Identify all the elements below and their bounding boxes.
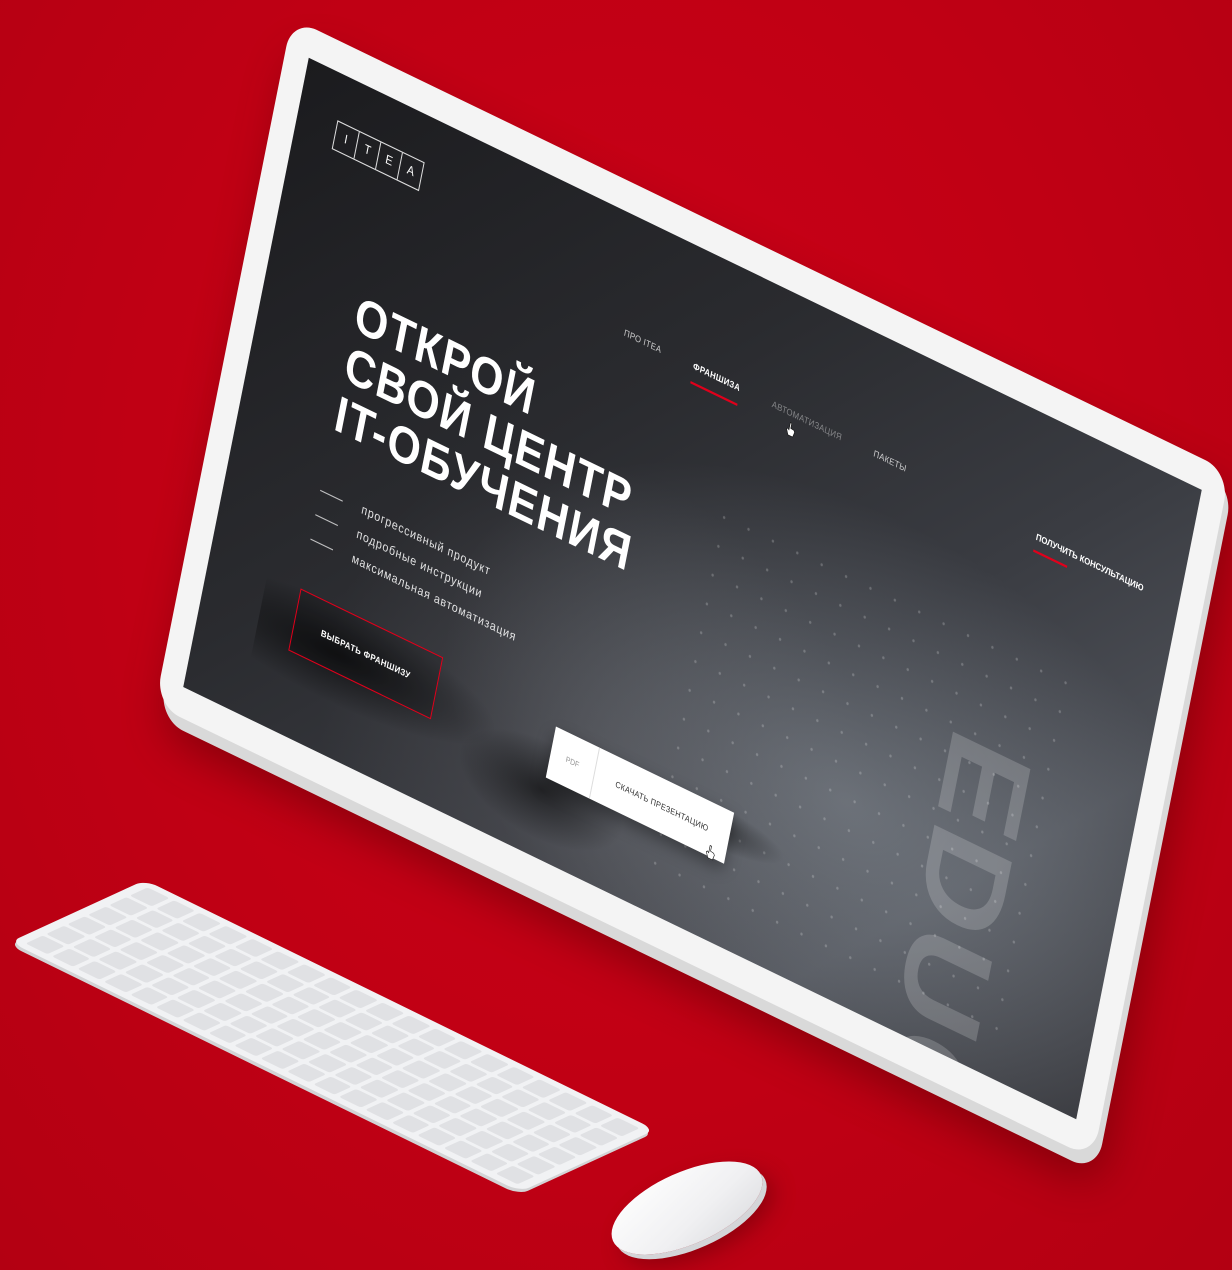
mouse <box>598 1142 776 1270</box>
itea-logo[interactable]: I T E A <box>331 120 425 192</box>
nav-item-automation[interactable]: АВТОМАТИЗАЦИЯ <box>771 399 843 443</box>
dash-decoration <box>310 537 334 550</box>
keyboard <box>9 880 656 1192</box>
scene: I T E A ПРО ITEA ФРАНШИЗА АВТОМАТИЗАЦИЯ … <box>0 0 1232 1270</box>
dash-decoration <box>320 489 343 502</box>
dash-decoration <box>315 513 339 526</box>
nav-item-franchise[interactable]: ФРАНШИЗА <box>692 361 741 394</box>
hand-pointer-icon <box>786 422 795 438</box>
logo-letter: A <box>405 163 416 180</box>
main-nav: ПРО ITEA ФРАНШИЗА АВТОМАТИЗАЦИЯ ПАКЕТЫ <box>623 328 907 475</box>
consultation-link[interactable]: ПОЛУЧИТЬ КОНСУЛЬТАЦИЮ <box>1035 532 1144 594</box>
keyboard-body <box>9 880 656 1192</box>
nav-item-packages[interactable]: ПАКЕТЫ <box>873 448 908 474</box>
nav-item-about[interactable]: ПРО ITEA <box>623 328 662 356</box>
